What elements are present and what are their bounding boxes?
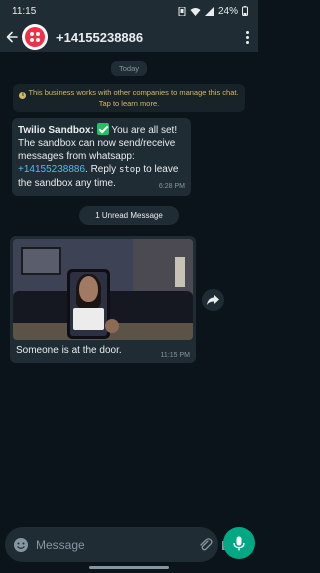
voice-message-button[interactable] [223,527,255,559]
date-chip: Today [111,61,147,76]
forward-button[interactable] [202,289,224,311]
signal-icon [204,6,214,16]
contact-name[interactable]: +14155238886 [56,30,242,45]
check-mark-icon [96,123,109,135]
notification-icon [178,6,186,16]
emoji-icon [14,537,28,552]
back-arrow-icon [6,31,18,43]
paperclip-icon [200,537,213,550]
more-options-button[interactable] [242,27,252,47]
status-bar: 11:15 24% [0,0,258,22]
image-message[interactable]: Someone is at the door. 11:15 PM [10,236,196,363]
incoming-message[interactable]: Twilio Sandbox: You are all set! The san… [12,118,191,196]
status-icons: 24% [178,6,248,17]
message-photo[interactable] [13,239,193,340]
business-info-banner[interactable]: i This business works with other companie… [13,84,245,112]
emoji-button[interactable] [13,537,29,553]
more-vert-icon [245,30,249,34]
business-info-text: This business works with other companies… [28,88,239,108]
battery-percent: 24% [217,5,238,17]
stop-keyword: stop [118,165,141,175]
message-time: 6:28 PM [158,183,185,190]
info-icon: i [19,92,27,99]
forward-arrow-icon [207,295,219,305]
phone-link[interactable]: +14155238886 [18,164,85,175]
sender-name: Twilio Sandbox [18,125,91,136]
message-time: 11:15 PM [160,352,190,359]
chat-area: Today i This business works with other co… [0,52,258,525]
attach-button[interactable] [199,537,213,553]
unread-divider: 1 Unread Message [79,206,179,225]
wifi-icon [190,7,201,16]
contact-avatar[interactable] [22,24,48,50]
message-input[interactable] [36,534,191,555]
back-button[interactable] [4,27,20,47]
microphone-icon [233,536,245,550]
twilio-logo-icon [25,27,45,47]
message-composer [5,527,235,562]
gesture-bar [89,566,169,569]
status-time: 11:15 [12,5,37,17]
battery-icon [242,6,248,16]
chat-header: +14155238886 [0,22,258,52]
